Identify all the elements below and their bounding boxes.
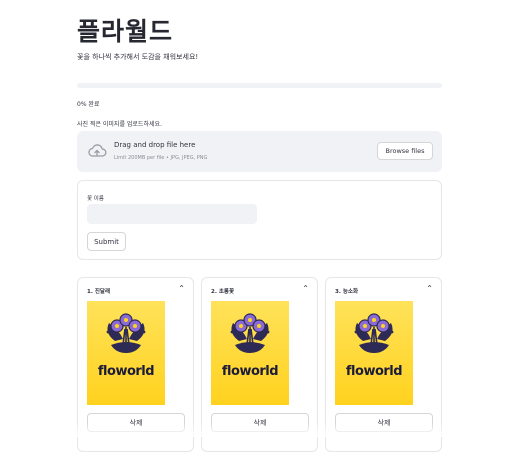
submit-button[interactable]: Submit — [87, 232, 126, 251]
flower-image-brand: floworld — [221, 364, 279, 379]
flower-image: floworld — [87, 301, 165, 405]
flower-image: floworld — [335, 301, 413, 405]
chevron-up-icon[interactable]: ⌃ — [426, 284, 433, 293]
cloud-upload-icon — [87, 143, 107, 163]
dropzone-hint: Limit 200MB per file • JPG, JPEG, PNG — [114, 155, 208, 161]
card-title: 3. 능소화 — [335, 289, 359, 295]
bottom-fade — [0, 423, 508, 437]
flower-name-label: 꽃 이름 — [87, 196, 104, 202]
card-title: 2. 초롱꽃 — [211, 289, 235, 295]
page-title: 플라월드 — [77, 17, 174, 46]
card-title: 1. 진달래 — [87, 289, 111, 295]
progress-bar — [77, 83, 442, 88]
uploader-label: 사진 찍은 이미지를 업로드하세요. — [77, 121, 162, 128]
page-subtitle: 꽃을 하나씩 추가해서 도감을 채워보세요! — [77, 53, 199, 61]
flower-image-brand: floworld — [97, 364, 155, 379]
progress-label: 0% 완료 — [77, 101, 100, 108]
flower-image-brand: floworld — [345, 364, 403, 379]
file-dropzone[interactable]: Drag and drop file here Limit 200MB per … — [77, 131, 442, 172]
dropzone-title: Drag and drop file here — [114, 141, 196, 149]
browse-files-button[interactable]: Browse files — [377, 142, 433, 160]
chevron-up-icon[interactable]: ⌃ — [178, 284, 185, 293]
flower-name-form: 꽃 이름 Submit — [77, 180, 442, 260]
flower-image: floworld — [211, 301, 289, 405]
chevron-up-icon[interactable]: ⌃ — [302, 284, 309, 293]
flower-name-input[interactable] — [87, 204, 257, 224]
